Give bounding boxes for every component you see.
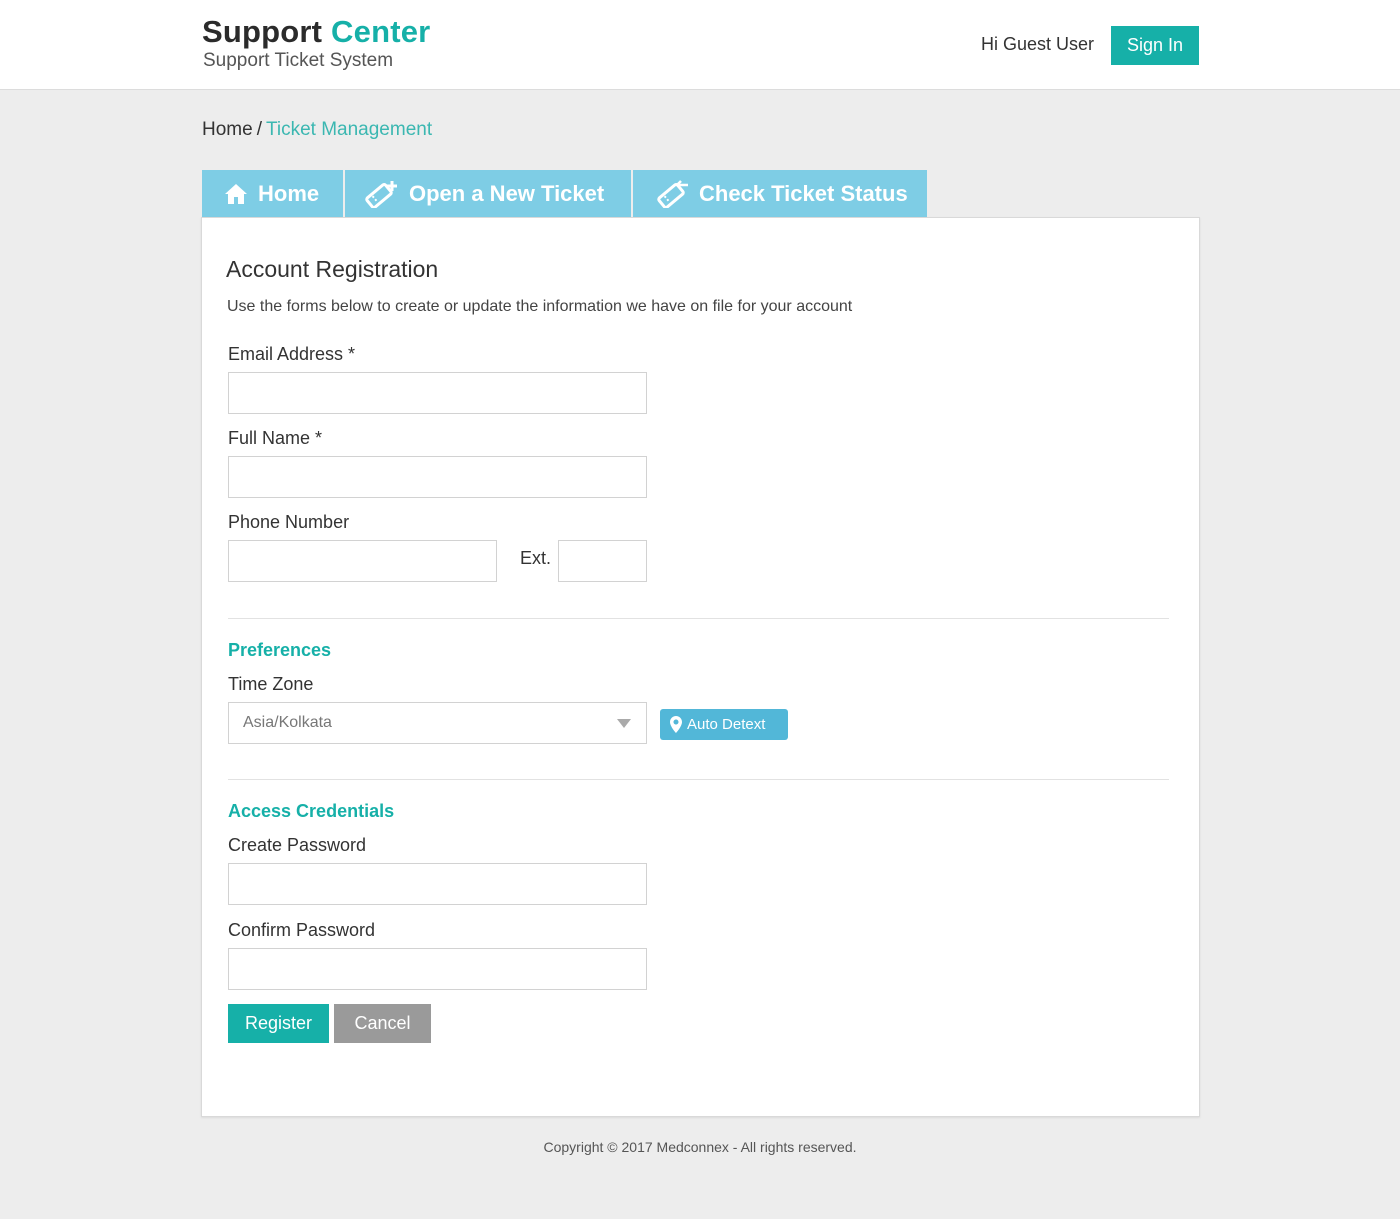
auto-detect-button[interactable]: Auto Detext <box>660 709 788 740</box>
full-name-label: Full Name * <box>228 428 323 448</box>
confirm-password-label: Confirm Password <box>228 920 376 940</box>
brand-title-accent: Center <box>331 14 431 49</box>
timezone-selected-value: Asia/Kolkata <box>243 714 332 731</box>
sign-in-button[interactable]: Sign In <box>1111 26 1199 65</box>
create-password-label: Create Password <box>228 835 367 855</box>
register-button[interactable]: Register <box>228 1004 329 1043</box>
registration-card: Account Registration Use the forms below… <box>201 217 1200 1117</box>
home-icon <box>225 183 247 204</box>
cancel-button[interactable]: Cancel <box>334 1004 431 1043</box>
site-header: Support Center Support Ticket System Hi … <box>0 0 1400 90</box>
ticket-plus-icon <box>365 180 397 208</box>
tab-home-label: Home <box>258 180 320 206</box>
section-divider <box>228 618 1169 619</box>
breadcrumb: Home / Ticket Management <box>202 119 432 141</box>
tab-open-new-ticket[interactable]: Open a New Ticket <box>345 170 631 217</box>
page-title: Account Registration <box>226 256 439 282</box>
brand-subtitle: Support Ticket System <box>203 50 394 71</box>
email-label: Email Address * <box>228 344 356 364</box>
footer-copyright: Copyright © 2017 Medconnex - All rights … <box>543 1139 857 1155</box>
user-greeting: Hi Guest User <box>981 34 1095 54</box>
tab-check-ticket-status-label: Check Ticket Status <box>699 180 908 206</box>
brand-title-main: Support <box>202 14 323 49</box>
email-field[interactable] <box>228 372 647 414</box>
ticket-arrow-icon <box>657 179 688 208</box>
breadcrumb-home-link[interactable]: Home <box>202 119 253 140</box>
tab-open-new-ticket-label: Open a New Ticket <box>409 180 605 206</box>
breadcrumb-current[interactable]: Ticket Management <box>266 119 432 140</box>
access-credentials-heading: Access Credentials <box>228 801 395 821</box>
ext-field[interactable] <box>558 540 647 582</box>
ext-label: Ext. <box>520 548 552 568</box>
page-description: Use the forms below to create or update … <box>227 298 853 315</box>
confirm-password-field[interactable] <box>228 948 647 990</box>
timezone-select[interactable]: Asia/Kolkata <box>228 702 647 744</box>
create-password-field[interactable] <box>228 863 647 905</box>
map-marker-icon <box>670 716 682 733</box>
brand-title[interactable]: Support Center <box>202 14 430 50</box>
timezone-label: Time Zone <box>228 674 314 694</box>
tab-check-ticket-status[interactable]: Check Ticket Status <box>633 170 927 217</box>
tab-home[interactable]: Home <box>202 170 343 217</box>
full-name-field[interactable] <box>228 456 647 498</box>
preferences-heading: Preferences <box>228 640 332 660</box>
breadcrumb-separator: / <box>256 119 262 140</box>
chevron-down-icon <box>617 719 631 728</box>
section-divider <box>228 779 1169 780</box>
auto-detect-label: Auto Detext <box>687 716 766 733</box>
phone-field[interactable] <box>228 540 497 582</box>
phone-label: Phone Number <box>228 512 350 532</box>
